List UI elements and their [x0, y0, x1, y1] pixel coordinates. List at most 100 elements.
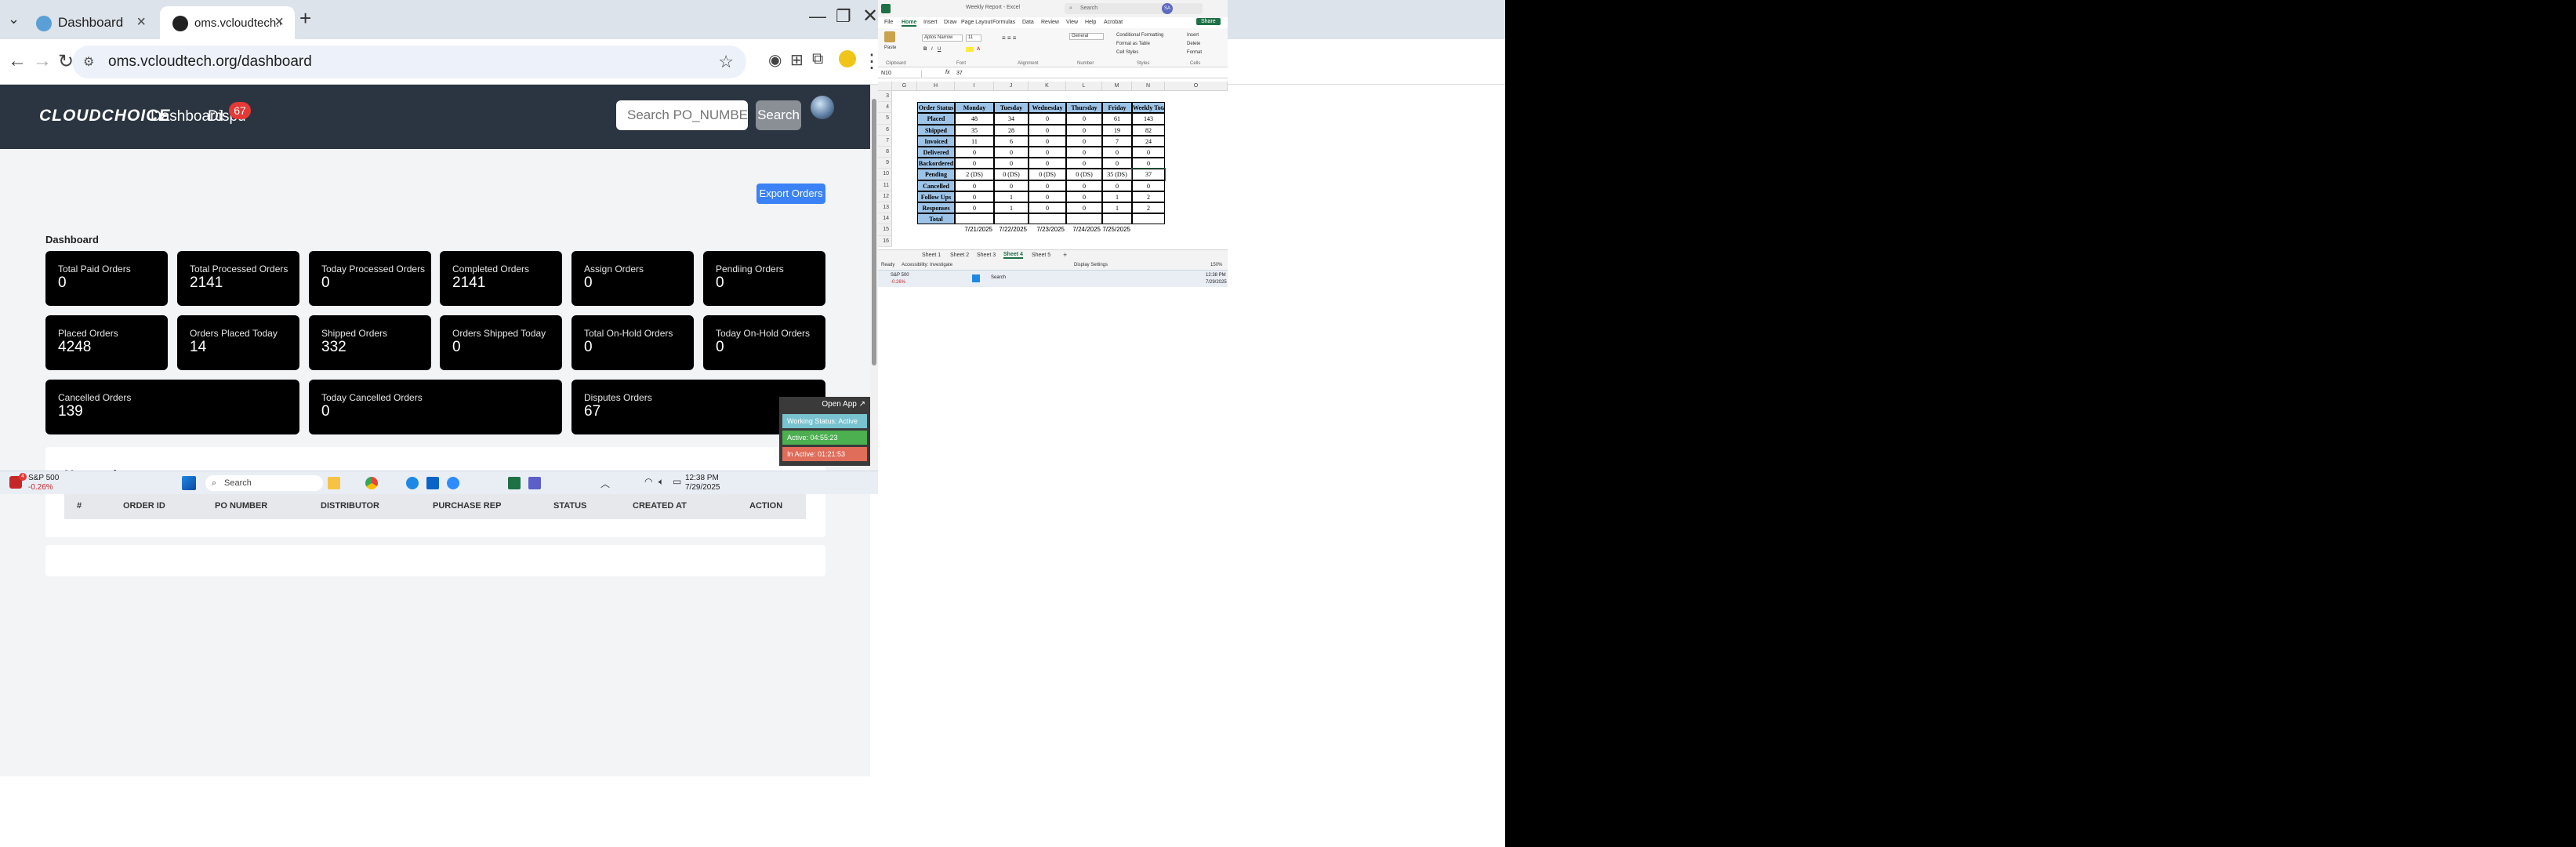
cell[interactable]: 0: [1029, 158, 1066, 169]
card-orders-placed-today[interactable]: Orders Placed Today 14: [177, 315, 299, 370]
close-tab-icon[interactable]: ×: [274, 13, 284, 31]
card-placed-orders[interactable]: Placed Orders 4248: [45, 315, 168, 370]
taskbar-search[interactable]: Search: [991, 275, 1006, 280]
excel-icon[interactable]: [508, 477, 521, 489]
tab-oms-dashboard[interactable]: oms.vcloudtech.org/dashboard ×: [160, 6, 295, 39]
cell[interactable]: 0: [1029, 180, 1066, 191]
clock-date[interactable]: 7/29/2025: [685, 483, 720, 492]
taskbar-search[interactable]: ⌕ Search: [205, 475, 323, 491]
sheet-tab-5[interactable]: Sheet 5: [1032, 253, 1050, 258]
card-pending-orders[interactable]: Pendiing Orders 0: [703, 251, 825, 306]
cell[interactable]: Placed: [917, 113, 955, 125]
cell-date[interactable]: 7/25/2025: [1102, 224, 1132, 235]
cell[interactable]: 0: [955, 147, 994, 158]
start-button-icon[interactable]: [182, 476, 196, 490]
cell[interactable]: 0: [1102, 180, 1132, 191]
cell[interactable]: 0: [1132, 180, 1165, 191]
cell[interactable]: 82: [1132, 124, 1165, 136]
cell[interactable]: 2: [1132, 202, 1165, 214]
font-name-select[interactable]: Aptos Narrow: [922, 35, 963, 42]
search-button[interactable]: Search: [756, 100, 801, 130]
forward-arrow-icon[interactable]: →: [33, 50, 52, 72]
cell[interactable]: 0: [1132, 147, 1165, 158]
cell[interactable]: 0: [1132, 158, 1165, 169]
cell[interactable]: 11: [955, 135, 994, 147]
outlook-icon[interactable]: [426, 477, 439, 489]
back-arrow-icon[interactable]: ←: [8, 50, 27, 72]
cell[interactable]: 0: [1102, 158, 1132, 169]
cell[interactable]: 0: [1066, 135, 1102, 147]
cell[interactable]: 0: [1066, 113, 1102, 125]
po-search-input[interactable]: [616, 100, 748, 130]
scroll-thumb[interactable]: [872, 99, 876, 365]
cell[interactable]: 0: [1066, 180, 1102, 191]
cell-table-header[interactable]: Tuesday: [994, 102, 1029, 114]
cell[interactable]: 0: [1029, 202, 1066, 214]
cell[interactable]: Delivered: [917, 147, 955, 158]
tab-data[interactable]: Data: [1022, 20, 1034, 25]
start-button-icon[interactable]: [972, 274, 980, 282]
extension-icon[interactable]: ◉: [768, 50, 782, 70]
wifi-icon[interactable]: ◠: [644, 476, 652, 487]
cell[interactable]: [1029, 213, 1066, 225]
clock-time[interactable]: 12:38 PM: [685, 474, 719, 482]
sheet-tab-4[interactable]: Sheet 4: [1003, 252, 1023, 259]
export-orders-button[interactable]: Export Orders: [756, 184, 825, 204]
restore-button[interactable]: ❐: [836, 6, 851, 27]
card-shipped-orders[interactable]: Shipped Orders 332: [309, 315, 431, 370]
cell[interactable]: 35: [955, 124, 994, 136]
tab-file[interactable]: File: [884, 20, 893, 25]
card-assign-orders[interactable]: Assign Orders 0: [571, 251, 694, 306]
display-settings[interactable]: Display Settings: [1074, 263, 1108, 267]
cell[interactable]: 34: [994, 113, 1029, 125]
tab-home[interactable]: Home: [902, 20, 917, 27]
battery-icon[interactable]: ▭: [673, 476, 681, 487]
card-today-cancelled-orders[interactable]: Today Cancelled Orders 0: [309, 380, 562, 434]
card-completed-orders[interactable]: Completed Orders 2141: [440, 251, 562, 306]
tab-search-icon[interactable]: ⌄: [8, 11, 20, 27]
cell[interactable]: 0: [1102, 147, 1132, 158]
status-accessibility[interactable]: Accessibility: Investigate: [902, 263, 952, 267]
cell[interactable]: 2 (DS): [955, 169, 994, 180]
cell[interactable]: [1102, 213, 1132, 225]
cell-table-header[interactable]: Friday: [1102, 102, 1132, 114]
cell[interactable]: 1: [1102, 202, 1132, 214]
cell[interactable]: 0: [955, 180, 994, 191]
edge-icon[interactable]: [406, 477, 419, 489]
cell-styles-button[interactable]: Cell Styles: [1116, 50, 1138, 55]
cell[interactable]: 6: [994, 135, 1029, 147]
font-size-select[interactable]: 11: [966, 35, 981, 42]
format-as-table-button[interactable]: Format as Table: [1116, 42, 1150, 46]
cell[interactable]: 24: [1132, 135, 1165, 147]
bookmark-star-icon[interactable]: ☆: [718, 52, 734, 72]
cell[interactable]: 0: [1066, 124, 1102, 136]
card-orders-shipped-today[interactable]: Orders Shipped Today 0: [440, 315, 562, 370]
cell[interactable]: 143: [1132, 113, 1165, 125]
cell[interactable]: 0: [1029, 113, 1066, 125]
card-today-processed-orders[interactable]: Today Processed Orders 0: [309, 251, 431, 306]
cell[interactable]: 1: [994, 191, 1029, 202]
chrome-icon[interactable]: [365, 477, 378, 489]
underline-button[interactable]: U: [938, 47, 941, 52]
card-total-processed-orders[interactable]: Total Processed Orders 2141: [177, 251, 299, 306]
zoom-level[interactable]: 150%: [1210, 263, 1222, 267]
cell[interactable]: Shipped: [917, 124, 955, 136]
cell[interactable]: [1132, 213, 1165, 225]
volume-icon[interactable]: 🔈︎: [659, 476, 664, 488]
cell[interactable]: 0: [955, 158, 994, 169]
cell-table-header[interactable]: Order Status: [917, 102, 955, 114]
insert-cells-button[interactable]: Insert: [1187, 33, 1199, 38]
cell[interactable]: [1066, 213, 1102, 225]
cell[interactable]: [955, 213, 994, 225]
cell[interactable]: Backordered: [917, 158, 955, 169]
cell[interactable]: 0: [1029, 147, 1066, 158]
tool-icon[interactable]: ⊞: [790, 50, 804, 70]
paste-icon[interactable]: [884, 31, 895, 42]
name-box[interactable]: N10: [881, 71, 922, 78]
cell[interactable]: 0: [994, 158, 1029, 169]
font-color-icon[interactable]: A: [977, 47, 980, 52]
teams-icon[interactable]: [528, 477, 541, 489]
cell[interactable]: 0: [955, 191, 994, 202]
tab-help[interactable]: Help: [1085, 20, 1096, 25]
fill-color-icon[interactable]: [966, 47, 974, 52]
